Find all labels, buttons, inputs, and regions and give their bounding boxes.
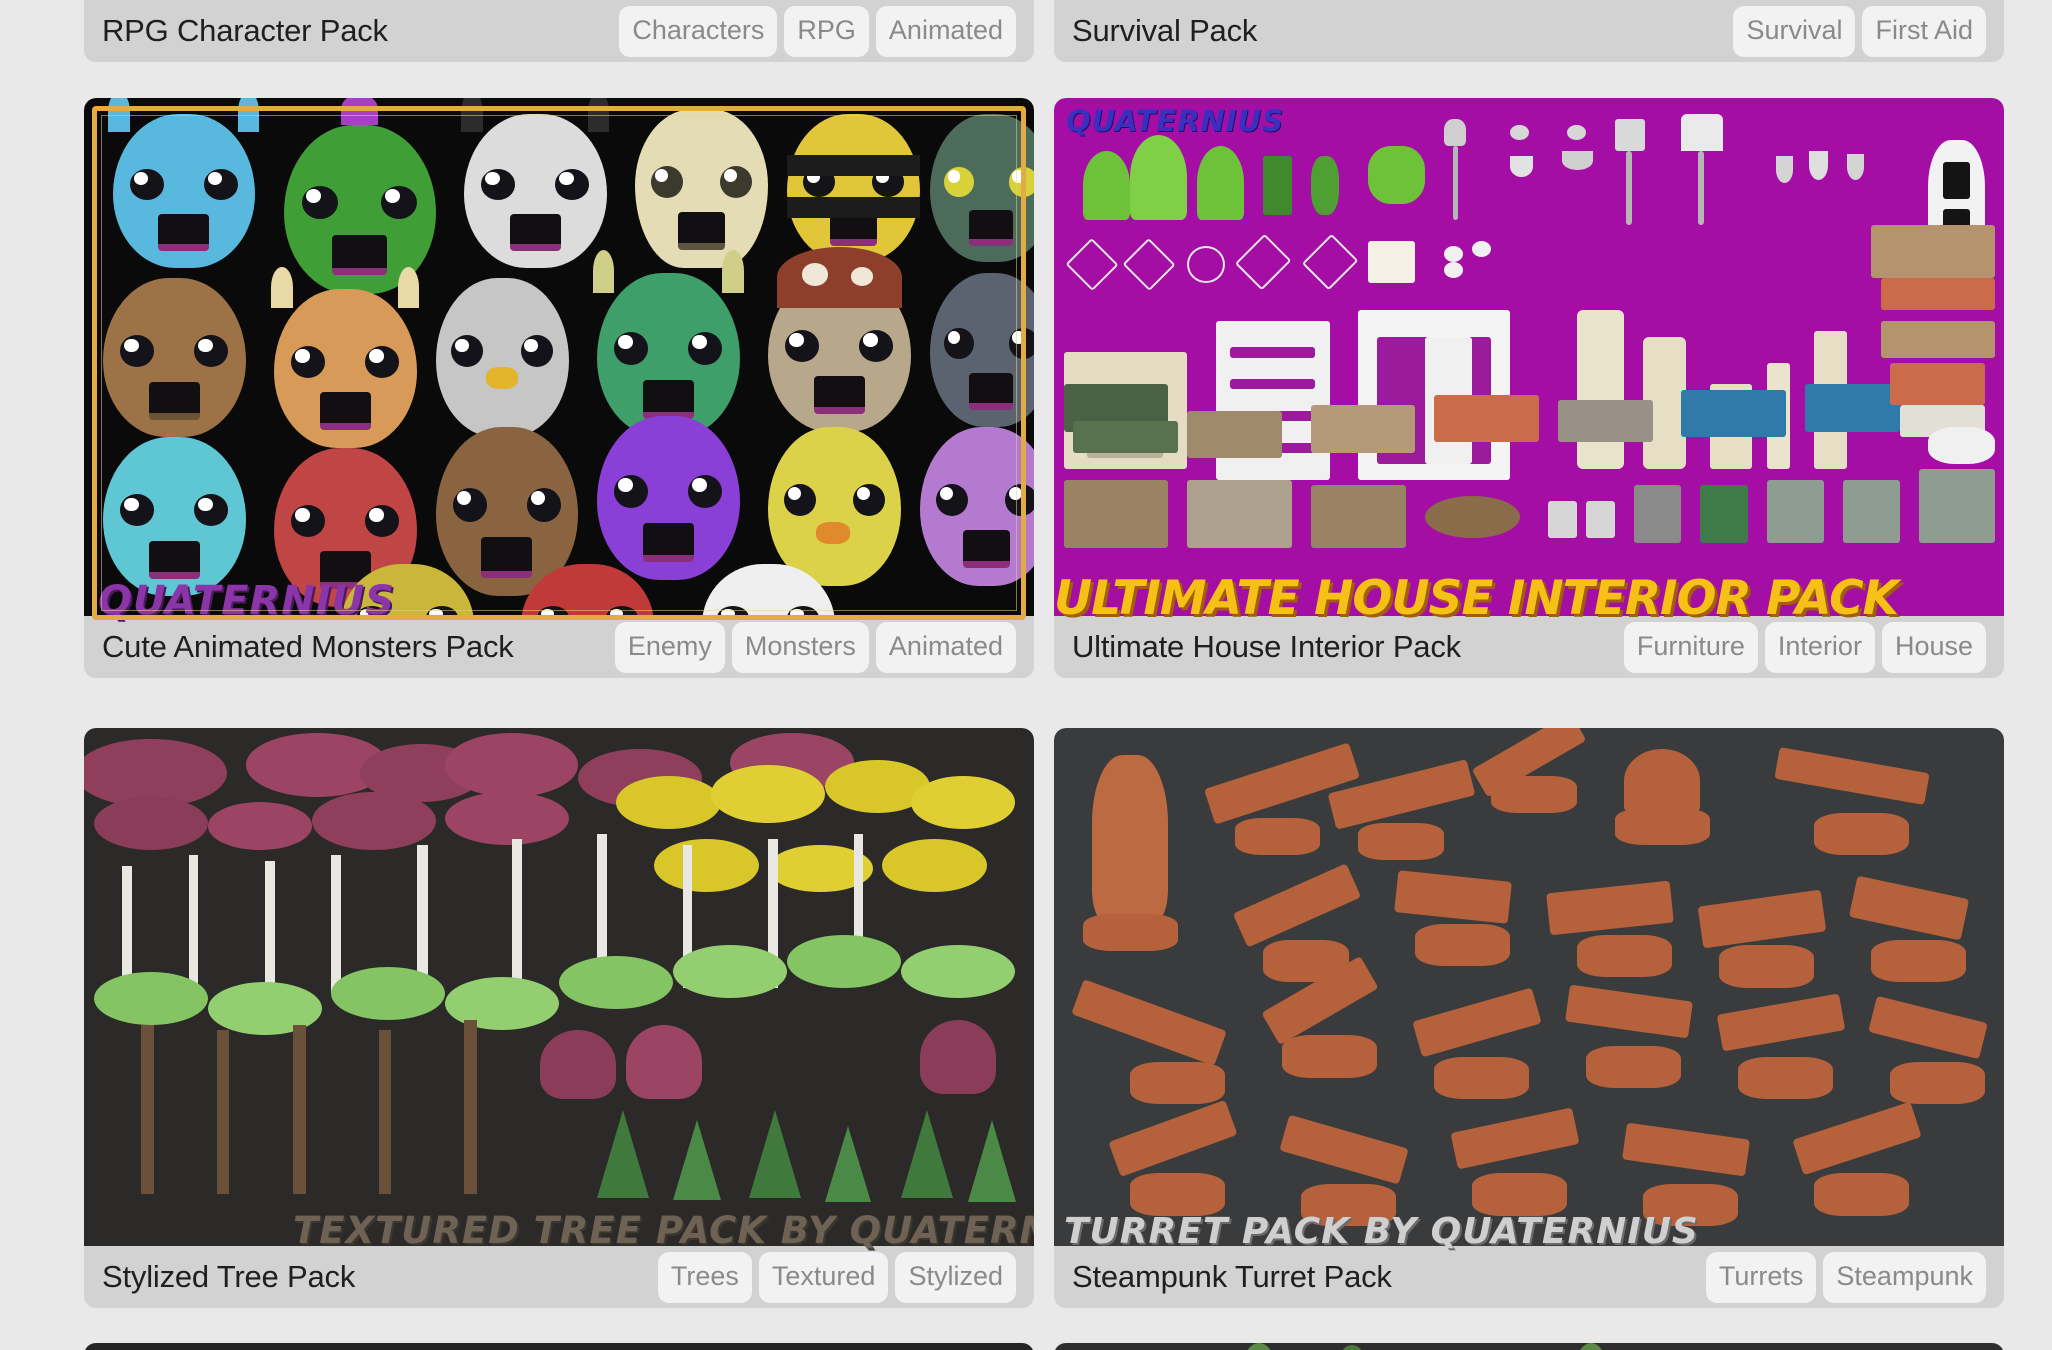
card-tag[interactable]: First Aid [1862, 5, 1986, 57]
card-thumbnail: QUATERNIUS [84, 98, 1034, 628]
card-caption: Survival Pack Survival First Aid [1054, 0, 2004, 62]
card-caption: Stylized Tree Pack Trees Textured Styliz… [84, 1246, 1034, 1308]
image-watermark: TURRET PACK BY QUATERNIUS [1064, 1211, 1699, 1252]
asset-card-next-row-left[interactable] [84, 1343, 1034, 1350]
card-thumbnail: TURRET PACK BY QUATERNIUS [1054, 728, 2004, 1258]
grass-decoration [1339, 1345, 1365, 1350]
card-tag[interactable]: Stylized [895, 1251, 1016, 1303]
card-title: Cute Animated Monsters Pack [102, 629, 514, 664]
card-tag[interactable]: Steampunk [1823, 1251, 1986, 1303]
card-tag[interactable]: Turrets [1705, 1251, 1817, 1303]
asset-card-stylized-tree-pack[interactable]: TEXTURED TREE PACK BY QUATERNIUS Stylize… [84, 728, 1034, 1308]
card-tags: Furniture Interior House [1623, 621, 1986, 673]
card-tag[interactable]: Textured [758, 1251, 889, 1303]
grass-decoration [1576, 1343, 1605, 1350]
card-tag[interactable]: Animated [875, 621, 1016, 673]
card-caption: Steampunk Turret Pack Turrets Steampunk [1054, 1246, 2004, 1308]
card-tags: Enemy Monsters Animated [614, 621, 1016, 673]
card-tag[interactable]: RPG [784, 5, 869, 57]
card-tag[interactable]: Trees [657, 1251, 752, 1303]
card-tags: Turrets Steampunk [1705, 1251, 1986, 1303]
asset-pack-grid: RPG Character Pack Characters RPG Animat… [0, 0, 2052, 1350]
card-title: RPG Character Pack [102, 13, 388, 48]
card-thumbnail: QUATERNIUS ULTIMATE HOUSE INTERIOR PACK [1054, 98, 2004, 628]
card-tag[interactable]: Survival [1733, 5, 1856, 57]
card-caption: Cute Animated Monsters Pack Enemy Monste… [84, 616, 1034, 678]
card-tag[interactable]: Animated [875, 5, 1016, 57]
card-tag[interactable]: Furniture [1623, 621, 1758, 673]
asset-card-next-row-right[interactable] [1054, 1343, 2004, 1350]
asset-card-steampunk-turret-pack[interactable]: TURRET PACK BY QUATERNIUS Steampunk Turr… [1054, 728, 2004, 1308]
card-tag[interactable]: House [1881, 621, 1986, 673]
card-title: Ultimate House Interior Pack [1072, 629, 1461, 664]
image-watermark: QUATERNIUS [98, 578, 395, 624]
card-title: Stylized Tree Pack [102, 1259, 356, 1294]
card-tag[interactable]: Enemy [614, 621, 725, 673]
card-tags: Trees Textured Stylized [657, 1251, 1016, 1303]
image-watermark: QUATERNIUS [1066, 104, 1284, 138]
card-title: Survival Pack [1072, 13, 1258, 48]
asset-card-rpg-character-pack[interactable]: RPG Character Pack Characters RPG Animat… [84, 0, 1034, 62]
card-tags: Survival First Aid [1733, 5, 1986, 57]
grass-decoration [1244, 1343, 1274, 1350]
asset-card-cute-animated-monsters-pack[interactable]: QUATERNIUS Cute Animated Monsters Pack E… [84, 98, 1034, 678]
card-caption: RPG Character Pack Characters RPG Animat… [84, 0, 1034, 62]
asset-card-ultimate-house-interior-pack[interactable]: QUATERNIUS ULTIMATE HOUSE INTERIOR PACK … [1054, 98, 2004, 678]
card-tags: Characters RPG Animated [619, 5, 1016, 57]
card-thumbnail: TEXTURED TREE PACK BY QUATERNIUS [84, 728, 1034, 1258]
image-watermark: TEXTURED TREE PACK BY QUATERNIUS [293, 1209, 1034, 1252]
asset-card-survival-pack[interactable]: Survival Pack Survival First Aid [1054, 0, 2004, 62]
image-banner: ULTIMATE HOUSE INTERIOR PACK [1054, 571, 1899, 626]
card-tag[interactable]: Interior [1764, 621, 1875, 673]
card-tag[interactable]: Characters [619, 5, 778, 57]
card-tag[interactable]: Monsters [731, 621, 869, 673]
card-title: Steampunk Turret Pack [1072, 1259, 1392, 1294]
